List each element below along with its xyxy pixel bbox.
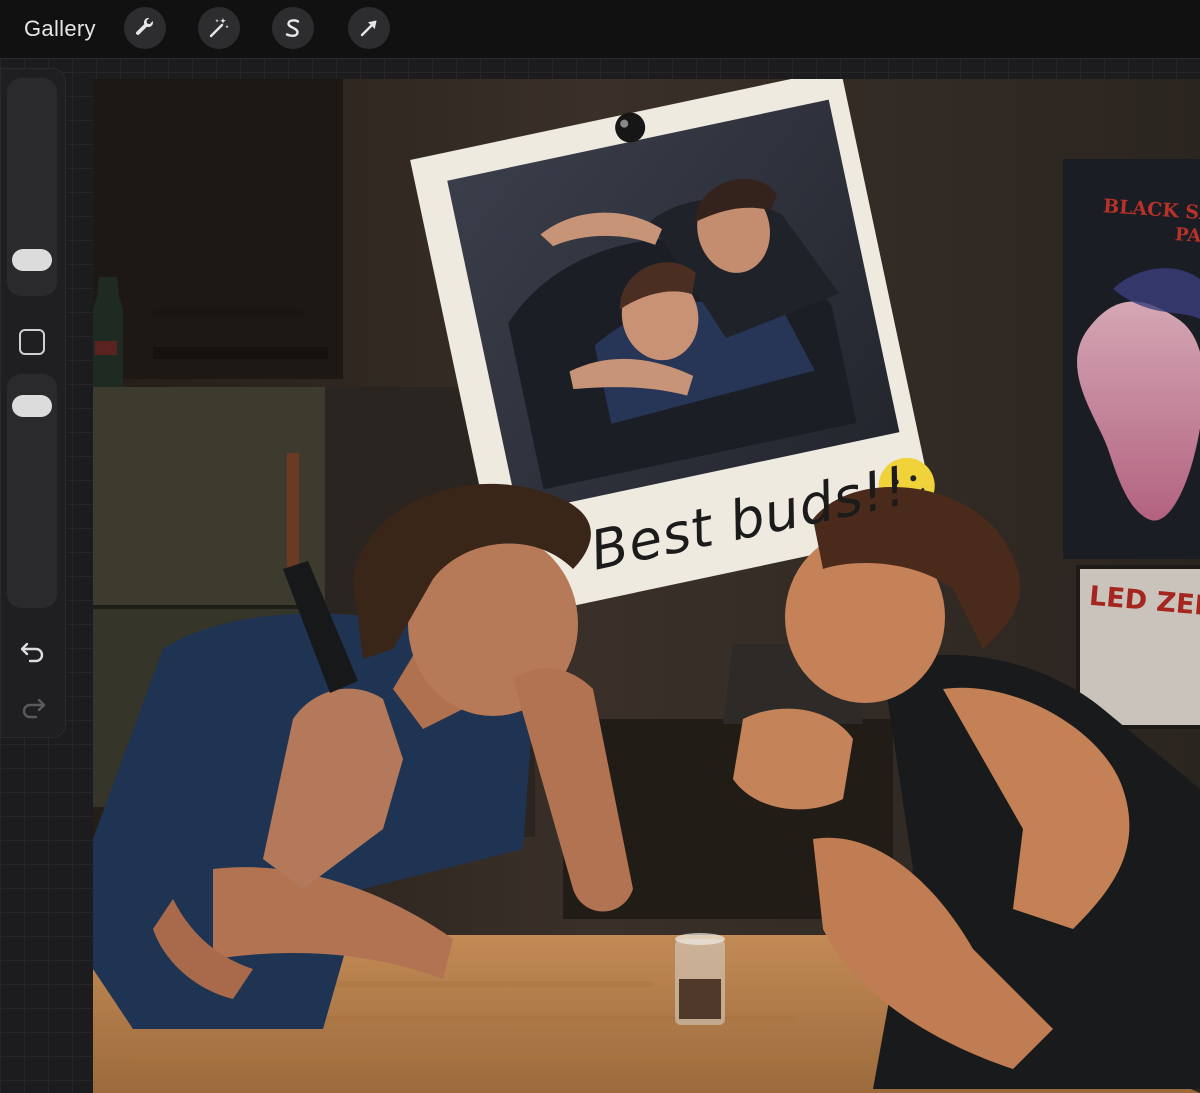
fridge-handle bbox=[287, 453, 299, 573]
poster-title-line2: PA bbox=[1174, 224, 1200, 247]
actions-wrench-button[interactable] bbox=[124, 7, 166, 49]
adjustments-button[interactable] bbox=[198, 7, 240, 49]
drawing-canvas[interactable]: Best buds!! BLACK SA PA LED ZEPP bbox=[93, 79, 1200, 1093]
move-arrow-icon bbox=[360, 20, 377, 37]
wall-stripe bbox=[153, 347, 328, 359]
transform-button[interactable] bbox=[348, 7, 390, 49]
left-sidebar bbox=[0, 68, 66, 738]
undo-icon[interactable] bbox=[18, 638, 48, 664]
brush-size-knob[interactable] bbox=[12, 249, 52, 271]
magic-wand-icon bbox=[209, 18, 229, 38]
bottle-label bbox=[95, 341, 117, 355]
dark-shelf bbox=[93, 79, 343, 379]
right-figure-fists bbox=[733, 708, 853, 810]
selection-s-icon bbox=[285, 19, 300, 37]
redo-icon[interactable] bbox=[18, 694, 48, 720]
wall-stripe-2 bbox=[153, 309, 303, 317]
bottle bbox=[93, 277, 123, 387]
top-toolbar: Gallery bbox=[0, 0, 1200, 59]
wrench-icon bbox=[136, 17, 153, 35]
modify-square-icon[interactable] bbox=[19, 329, 45, 355]
opacity-knob[interactable] bbox=[12, 395, 52, 417]
artwork-illustration bbox=[93, 79, 1200, 1093]
selection-button[interactable] bbox=[272, 7, 314, 49]
gallery-button[interactable]: Gallery bbox=[24, 16, 96, 42]
